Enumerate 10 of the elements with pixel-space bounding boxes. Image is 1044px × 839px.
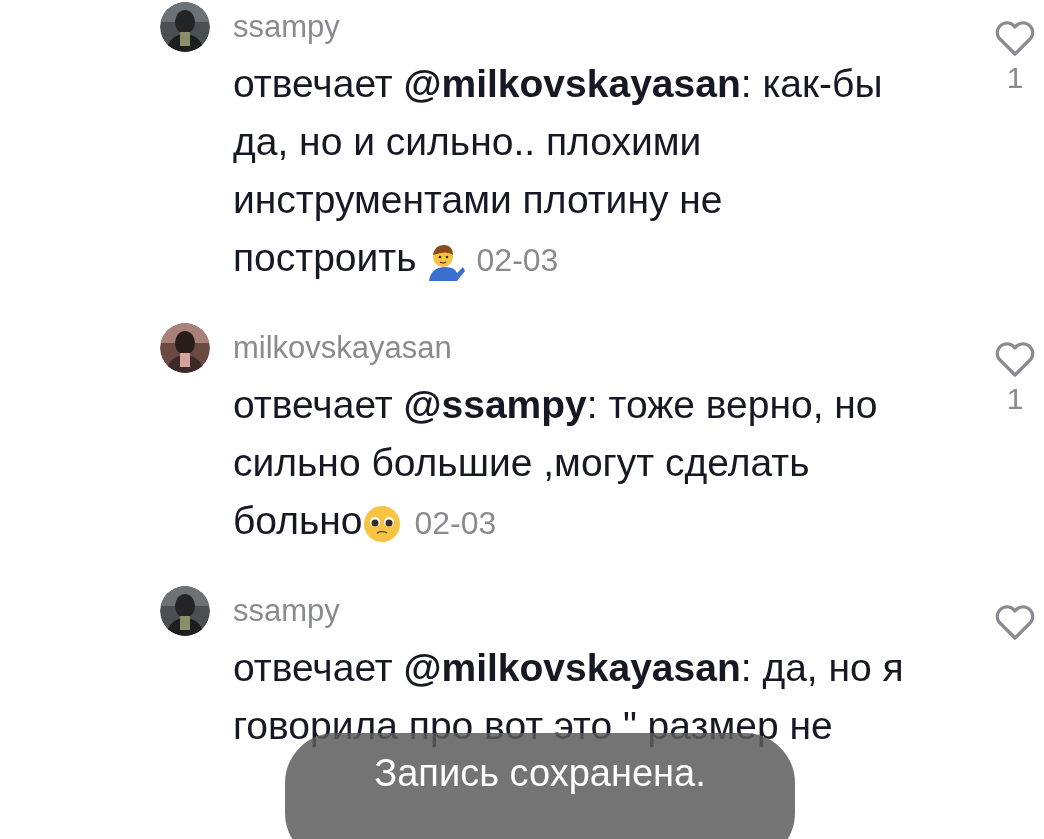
like-count: 1 — [1006, 381, 1024, 417]
comment-text: отвечает @ssampy: тоже верно, но сильно большие ,могут сделать больно 02-03 — [233, 382, 879, 546]
username[interactable]: ssampy — [233, 0, 909, 55]
comment-date: 02-03 — [476, 242, 559, 278]
comment-date: 02-03 — [414, 505, 497, 541]
username[interactable]: milkovskayasan — [233, 320, 909, 376]
toast-text: Запись сохранена. — [374, 751, 706, 796]
username[interactable]: ssampy — [233, 583, 909, 639]
like-count: 1 — [1006, 60, 1024, 96]
comment-text: отвечает @milkovskayasan: как-бы да, но и сильно.. плохими инструментами плотину не построить 02-03 — [233, 61, 884, 283]
